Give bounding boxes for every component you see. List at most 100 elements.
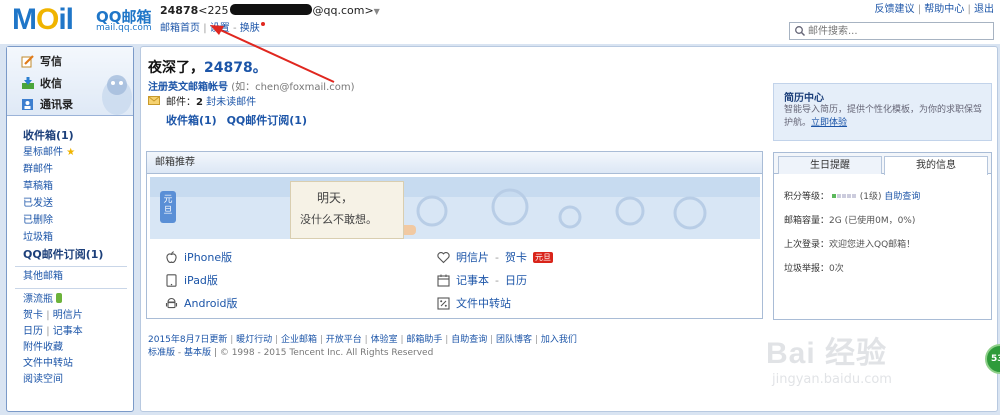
last-login-value: 欢迎您进入QQ邮箱！	[829, 240, 916, 250]
postcard-label: 明信片	[456, 251, 489, 264]
contacts-button[interactable]: 通讯录	[21, 96, 73, 112]
spam-value: 0次	[829, 264, 844, 274]
footer-lab-link[interactable]: 体验室	[371, 335, 398, 345]
copyright-line: 标准版 - 基本版 | © 1998 - 2015 Tencent Inc. A…	[148, 345, 433, 358]
contacts-icon	[22, 98, 33, 110]
iphone-label: iPhone版	[184, 251, 233, 264]
logo-url: mail.qq.com	[96, 23, 152, 33]
calendar-icon	[437, 274, 450, 287]
new-year-badge: 元旦	[532, 251, 553, 263]
folder-deleted[interactable]: 已删除	[23, 212, 133, 229]
user-account[interactable]: 24878<225 @qq.com>▼	[160, 4, 380, 17]
folder-group[interactable]: 群邮件	[23, 161, 133, 178]
write-button[interactable]: 写信	[21, 53, 62, 69]
footer-enterprise-link[interactable]: 企业邮箱	[281, 335, 317, 345]
mail-home-link[interactable]: 邮箱首页	[160, 23, 200, 34]
card-link[interactable]: 贺卡	[23, 310, 43, 321]
iphone-app-item[interactable]: iPhone版	[165, 248, 232, 266]
folder-spam[interactable]: 垃圾箱	[23, 229, 133, 246]
footer-open-platform-link[interactable]: 开放平台	[326, 335, 362, 345]
footer-team-blog-link[interactable]: 团队博客	[496, 335, 532, 345]
basic-edition-link[interactable]: 基本版	[184, 348, 211, 358]
self-query-link[interactable]: 自助查询	[884, 192, 920, 202]
separator: |	[490, 335, 494, 345]
redaction-mark	[229, 4, 312, 15]
settings-link[interactable]: 设置	[210, 23, 230, 34]
skin-link[interactable]: 换肤	[240, 23, 260, 34]
mail-search-box[interactable]	[789, 22, 994, 40]
folder-starred[interactable]: 星标邮件 ★	[23, 144, 133, 161]
register-english-account: 注册英文邮箱帐号 (如：chen@foxmail.com)	[148, 78, 355, 93]
header: MOil QQ邮箱 mail.qq.com 24878<225 @qq.com>▼…	[0, 0, 1000, 44]
footer-join-link[interactable]: 加入我们	[541, 335, 577, 345]
postcard-link[interactable]: 明信片	[53, 310, 83, 321]
postcard-app-item[interactable]: 明信片 - 贺卡 元旦	[437, 248, 553, 266]
level-bar	[831, 191, 857, 201]
separator: |	[46, 310, 50, 321]
unread-mail-link[interactable]: 封未读邮件	[206, 97, 256, 108]
help-link[interactable]: 帮助中心	[924, 4, 964, 15]
quick-subscribe-link[interactable]: QQ邮件订阅(1)	[227, 114, 307, 127]
greeting-name: 24878。	[204, 60, 267, 76]
chevron-down-icon[interactable]: ▼	[374, 7, 380, 16]
file-transfer-icon	[437, 296, 450, 310]
register-link[interactable]: 注册英文邮箱帐号	[148, 82, 228, 93]
user-email-suffix: @qq.com>	[312, 4, 374, 17]
search-input[interactable]	[808, 23, 988, 39]
banner-background	[150, 177, 760, 239]
footer-update-link[interactable]: 2015年8月7日更新	[148, 335, 227, 345]
notepad-link[interactable]: 记事本	[53, 326, 83, 337]
drift-bottle-label: 漂流瓶	[23, 294, 53, 305]
penguin-mascot-icon	[102, 75, 132, 115]
calendar-link[interactable]: 日历	[23, 326, 43, 337]
logout-link[interactable]: 退出	[974, 4, 994, 15]
footer-self-query-link[interactable]: 自助查询	[451, 335, 487, 345]
folder-sent[interactable]: 已发送	[23, 195, 133, 212]
separator: |	[213, 348, 217, 358]
footer-warm-light-link[interactable]: 暖灯行动	[236, 335, 272, 345]
footer-assistant-link[interactable]: 邮箱助手	[406, 335, 442, 345]
card-label: 贺卡	[504, 251, 527, 264]
android-label: Android版	[184, 297, 238, 310]
reading-space-link[interactable]: 阅读空间	[23, 372, 133, 388]
mail-label: 邮件：	[166, 97, 196, 108]
separator: |	[46, 326, 50, 337]
points-level-row: 积分等级： (1级) 自助查询	[784, 189, 920, 202]
info-panel: 生日提醒 我的信息 积分等级： (1级) 自助查询 邮箱容量：2G (已使用0M…	[773, 152, 992, 320]
capacity-row: 邮箱容量：2G (已使用0M，0%)	[784, 213, 915, 226]
resume-try-link[interactable]: 立即体验	[811, 118, 847, 128]
file-transfer-app-item[interactable]: 文件中转站	[437, 294, 511, 312]
other-mailbox-section: 其他邮箱	[23, 269, 133, 285]
inbox-button[interactable]: 收信	[21, 75, 62, 91]
other-mailbox-link[interactable]: 其他邮箱	[23, 269, 133, 285]
points-level: (1级)	[859, 192, 882, 202]
drift-bottle-item[interactable]: 漂流瓶	[23, 292, 133, 308]
promo-banner[interactable]: 元旦 明天， 没什么不敢想。	[150, 177, 760, 239]
android-app-item[interactable]: Android版	[165, 294, 238, 312]
feedback-link[interactable]: 反馈建议	[875, 4, 915, 15]
separator: |	[534, 335, 538, 345]
capacity-value: 2G (已使用0M，0%)	[829, 216, 916, 226]
ipad-app-item[interactable]: iPad版	[165, 271, 218, 289]
banner-line-1: 明天，	[317, 191, 354, 205]
pencil-icon	[21, 54, 34, 67]
standard-edition-link[interactable]: 标准版	[148, 348, 175, 358]
separator: |	[203, 23, 207, 34]
quick-links: 收件箱(1) QQ邮件订阅(1)	[166, 112, 313, 128]
points-label: 积分等级：	[784, 192, 830, 202]
tab-birthday[interactable]: 生日提醒	[778, 156, 882, 174]
separator: |	[917, 4, 922, 15]
separator: |	[400, 335, 404, 345]
folder-inbox[interactable]: 收件箱(1)	[23, 127, 133, 144]
notepad-calendar-item[interactable]: 记事本 - 日历	[437, 271, 527, 289]
quick-inbox-link[interactable]: 收件箱(1)	[166, 114, 217, 127]
calendar-notepad-item: 日历 | 记事本	[23, 324, 133, 340]
separator: -	[495, 250, 499, 264]
attachments-link[interactable]: 附件收藏	[23, 340, 133, 356]
new-year-tag: 元旦	[160, 191, 176, 223]
folder-drafts[interactable]: 草稿箱	[23, 178, 133, 195]
resume-center-card: 简历中心 智能导入简历，提供个性化模板，为你的求职保驾护航。立即体验	[773, 83, 992, 141]
folder-subscriptions[interactable]: QQ邮件订阅(1)	[23, 246, 133, 263]
tab-my-info[interactable]: 我的信息	[884, 156, 988, 175]
file-transfer-link[interactable]: 文件中转站	[23, 356, 133, 372]
